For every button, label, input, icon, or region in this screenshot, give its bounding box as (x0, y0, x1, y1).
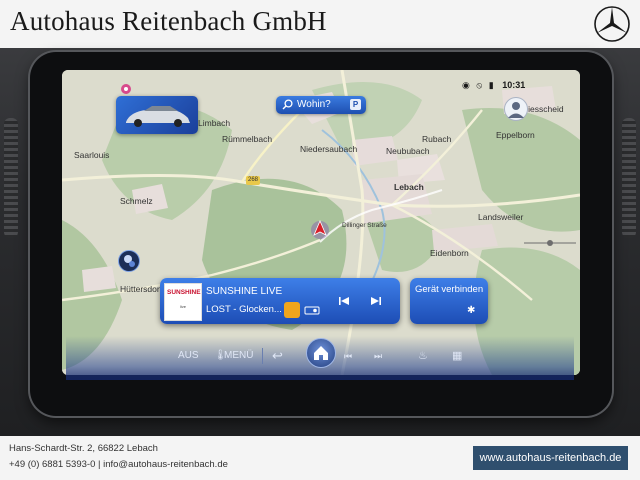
zoom-slider[interactable] (520, 236, 580, 250)
map-label: Limbach (198, 118, 231, 128)
bluetooth-icon: ✱ (467, 305, 476, 316)
connect-label: Gerät verbinden (415, 284, 484, 295)
car-icon (126, 106, 190, 127)
road-shield: 268 (246, 176, 260, 185)
status-bar: ◉ ⦸ ▮ 10:31 (462, 80, 525, 94)
dealer-address: Hans-Schardt-Str. 2, 66822 Lebach (9, 443, 158, 454)
destination-search-button[interactable]: Wohin? P (276, 96, 366, 114)
station-logo: SUNSHINE live (164, 283, 202, 321)
user-icon (508, 102, 524, 118)
map-label: Landsweiler (478, 212, 524, 222)
map-label: Rümmelbach (222, 134, 273, 144)
air-vent-right (622, 118, 636, 238)
mic-off-icon: ⦸ (476, 80, 483, 90)
map-label: Saarlouis (74, 150, 110, 160)
favorite-badge-icon[interactable] (284, 302, 300, 318)
climate-off-button[interactable]: AUS (178, 344, 199, 368)
dealer-header: Autohaus Reitenbach GmbH (0, 0, 640, 48)
front-defrost-icon[interactable]: ▦ (452, 344, 462, 368)
air-vent-left (4, 118, 18, 238)
map-label: Eppelborn (496, 130, 535, 140)
user-profile-avatar[interactable] (504, 97, 528, 121)
back-icon[interactable]: ↩ (272, 344, 283, 368)
home-icon (314, 346, 328, 360)
map-label: Niedersaubach (300, 144, 358, 154)
radio-icon (304, 306, 320, 315)
map-label: Lebach (394, 182, 424, 192)
search-label: Wohin? (297, 99, 331, 110)
map-label: Eidenborn (430, 248, 469, 258)
map-pin-icon (124, 255, 135, 267)
map-mode-button[interactable] (118, 250, 140, 272)
camera-icon: ◉ (462, 80, 470, 90)
dealer-name: Autohaus Reitenbach GmbH (10, 6, 327, 36)
parking-icon[interactable]: P (350, 99, 361, 110)
dealer-contact: +49 (0) 6881 5393-0 | info@autohaus-reit… (9, 459, 228, 470)
divider (262, 348, 263, 364)
mercedes-star-icon (594, 6, 630, 42)
dealer-website-button[interactable]: www.autohaus-reitenbach.de (473, 446, 628, 470)
connect-device-widget[interactable]: Gerät verbinden ✱ (410, 278, 488, 324)
clock-time: 10:31 (502, 80, 526, 90)
previous-icon[interactable]: ⏮ (344, 344, 352, 368)
station-name: SUNSHINE LIVE (206, 286, 283, 297)
previous-track-icon[interactable] (338, 295, 350, 307)
nav-arrow-icon (311, 219, 329, 239)
map-label: Dillinger Straße (342, 222, 387, 229)
map-label: Neububach (386, 146, 430, 156)
dealer-footer: Hans-Schardt-Str. 2, 66822 Lebach +49 (0… (0, 436, 640, 480)
vehicle-widget[interactable] (116, 96, 198, 134)
next-track-icon[interactable] (370, 295, 382, 307)
signal-icon: ▮ (488, 80, 494, 90)
map-label: Hüttersdorf (120, 284, 163, 294)
next-icon[interactable]: ⏭ (374, 344, 382, 368)
search-icon (282, 99, 293, 113)
home-button[interactable] (306, 338, 336, 368)
rear-defrost-icon[interactable]: ♨ (418, 344, 428, 368)
track-title: LOST - Glocken... (206, 304, 282, 315)
climate-menu-button[interactable]: MENÜ (224, 344, 253, 368)
map-label: Hiesscheid (522, 104, 564, 114)
map-label: Rubach (422, 134, 452, 144)
map-label: Schmelz (120, 196, 153, 206)
media-player-widget[interactable]: SUNSHINE live SUNSHINE LIVE LOST - Glock… (160, 278, 400, 324)
